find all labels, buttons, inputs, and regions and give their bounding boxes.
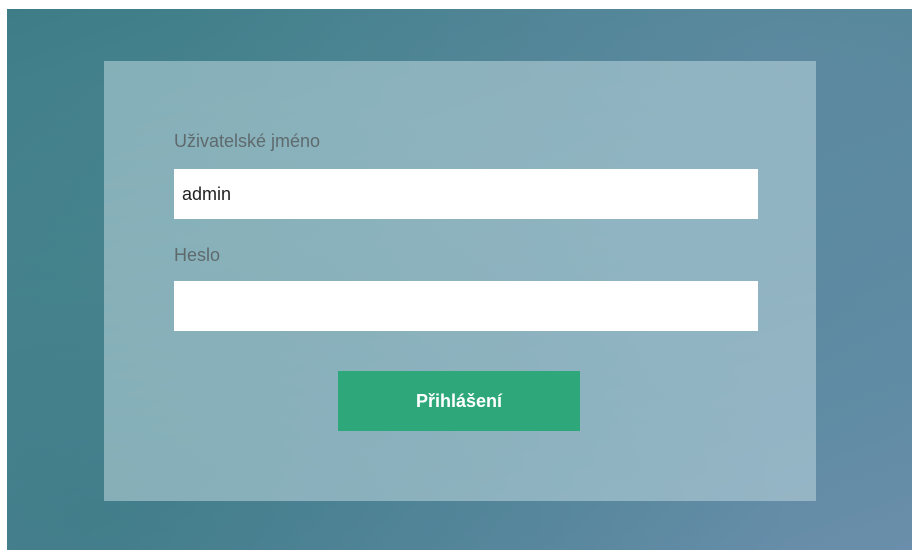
login-screen: Uživatelské jméno Heslo Přihlášení xyxy=(7,9,912,550)
username-input[interactable] xyxy=(174,169,758,219)
password-label: Heslo xyxy=(174,245,221,265)
login-button[interactable]: Přihlášení xyxy=(338,371,580,431)
login-panel: Uživatelské jméno Heslo Přihlášení xyxy=(104,61,816,501)
username-label: Uživatelské jméno xyxy=(174,131,321,151)
password-input[interactable] xyxy=(174,281,758,331)
